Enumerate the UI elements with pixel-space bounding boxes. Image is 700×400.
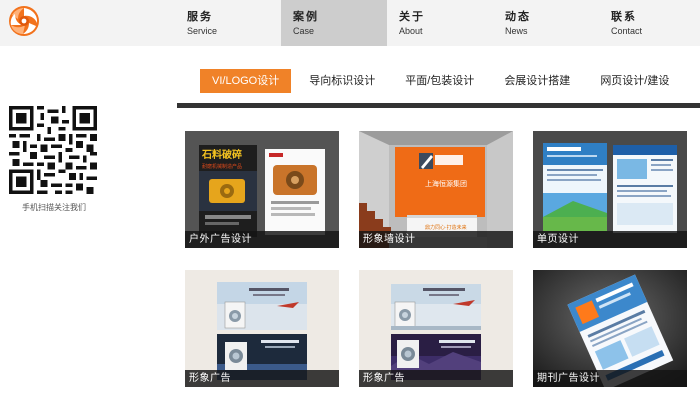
case-card-image-ad-2[interactable]: 形象广告	[359, 270, 513, 387]
category-tabs: VI/LOGO设计 导向标识设计 平面/包装设计 会展设计搭建 网页设计/建设	[200, 68, 669, 94]
card-label: 户外广告设计	[185, 231, 339, 248]
card-label: 形象墙设计	[359, 231, 513, 248]
nav-label-en: Contact	[611, 26, 643, 36]
tab-web-design[interactable]: 网页设计/建设	[600, 69, 669, 93]
card-label: 形象广告	[359, 370, 513, 387]
tab-exhibition[interactable]: 会展设计搭建	[504, 69, 570, 93]
qr-code-icon	[9, 106, 97, 194]
case-card-image-wall[interactable]: 上海恒源集团 鼎力同心·打造未来 形象墙设计	[359, 131, 513, 248]
card-label: 形象广告	[185, 370, 339, 387]
nav-label-en: Case	[293, 26, 315, 36]
nav-label-zh: 关于	[399, 11, 425, 23]
case-card-outdoor-ad[interactable]: 石料破碎 耐磨机械制造产品 户外广告设计	[185, 131, 339, 248]
main-nav: 服务 Service 案例 Case 关于 About 动态 News 联系 C…	[175, 0, 700, 46]
tab-vi-logo[interactable]: VI/LOGO设计	[200, 69, 292, 93]
desk-slogan: 鼎力同心·打造未来	[425, 224, 467, 231]
top-navigation-bar: 服务 Service 案例 Case 关于 About 动态 News 联系 C…	[0, 0, 700, 46]
case-card-single-page[interactable]: 单页设计	[533, 131, 687, 248]
nav-item-case[interactable]: 案例 Case	[281, 0, 387, 46]
nav-label-zh: 动态	[505, 11, 531, 23]
card-label: 期刊广告设计	[533, 370, 687, 387]
nav-item-contact[interactable]: 联系 Contact	[599, 0, 700, 46]
nav-label-zh: 案例	[293, 11, 319, 23]
poster-subline: 耐磨机械制造产品	[202, 163, 242, 170]
nav-label-en: About	[399, 26, 423, 36]
qr-caption: 手机扫描关注我们	[22, 203, 86, 212]
case-card-image-ad[interactable]: 形象广告	[185, 270, 339, 387]
case-card-magazine-ad[interactable]: 期刊广告设计	[533, 270, 687, 387]
poster-headline: 石料破碎	[201, 148, 242, 161]
nav-label-en: Service	[187, 26, 218, 36]
nav-item-news[interactable]: 动态 News	[493, 0, 599, 46]
tabs-divider	[177, 103, 700, 108]
brand-logo-icon[interactable]	[6, 4, 42, 38]
nav-item-service[interactable]: 服务 Service	[175, 0, 281, 46]
card-label: 单页设计	[533, 231, 687, 248]
nav-label-zh: 服务	[187, 11, 213, 23]
wall-company-name: 上海恒源集团	[425, 179, 467, 188]
tab-signage[interactable]: 导向标识设计	[309, 69, 375, 93]
nav-label-zh: 联系	[611, 11, 637, 23]
nav-item-about[interactable]: 关于 About	[387, 0, 493, 46]
nav-label-en: News	[505, 26, 528, 36]
tab-print-packaging[interactable]: 平面/包装设计	[405, 69, 474, 93]
